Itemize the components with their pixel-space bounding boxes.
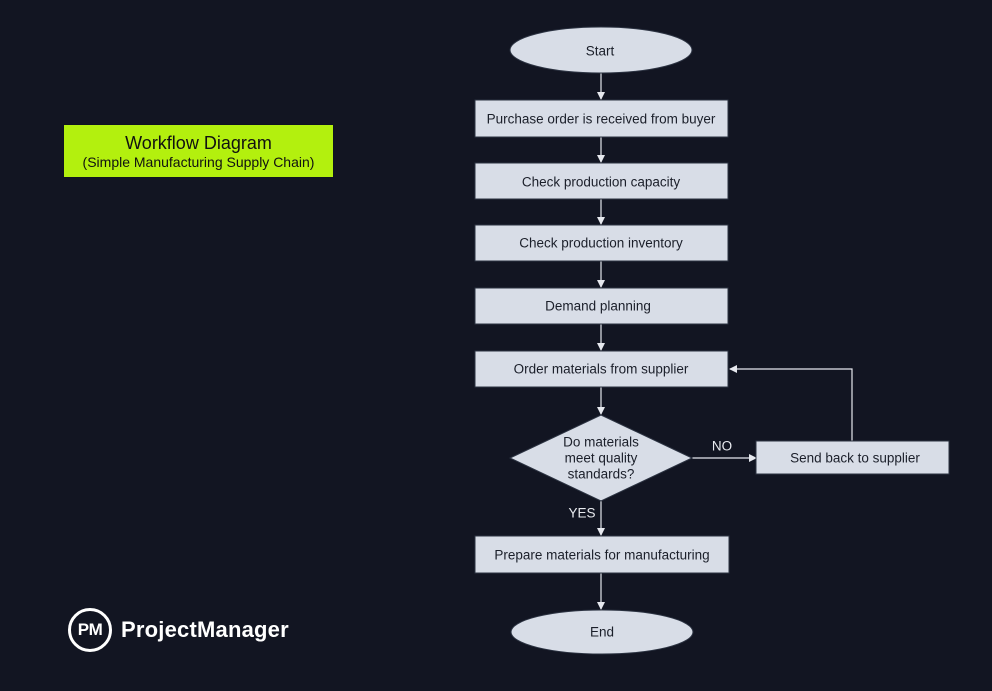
node-demand-planning-label: Demand planning	[545, 299, 651, 314]
node-order-materials-label: Order materials from supplier	[514, 362, 689, 377]
node-check-capacity-label: Check production capacity	[522, 175, 681, 190]
node-purchase-order-label: Purchase order is received from buyer	[487, 112, 716, 127]
node-send-back-label: Send back to supplier	[790, 451, 920, 466]
node-quality-check-line-2: meet quality	[565, 451, 638, 466]
node-check-inventory-label: Check production inventory	[519, 236, 683, 251]
node-start-label: Start	[586, 44, 615, 59]
edge-sendback-order	[729, 365, 853, 441]
flowchart: Start Purchase order is received from bu…	[474, 26, 950, 655]
node-quality-check-line-3: standards?	[568, 467, 635, 482]
node-end-label: End	[590, 625, 614, 640]
node-quality-check-line-1: Do materials	[563, 435, 639, 450]
edge-label-yes: YES	[568, 506, 595, 521]
node-prepare-materials-label: Prepare materials for manufacturing	[494, 548, 709, 563]
edge-label-no: NO	[712, 439, 732, 454]
